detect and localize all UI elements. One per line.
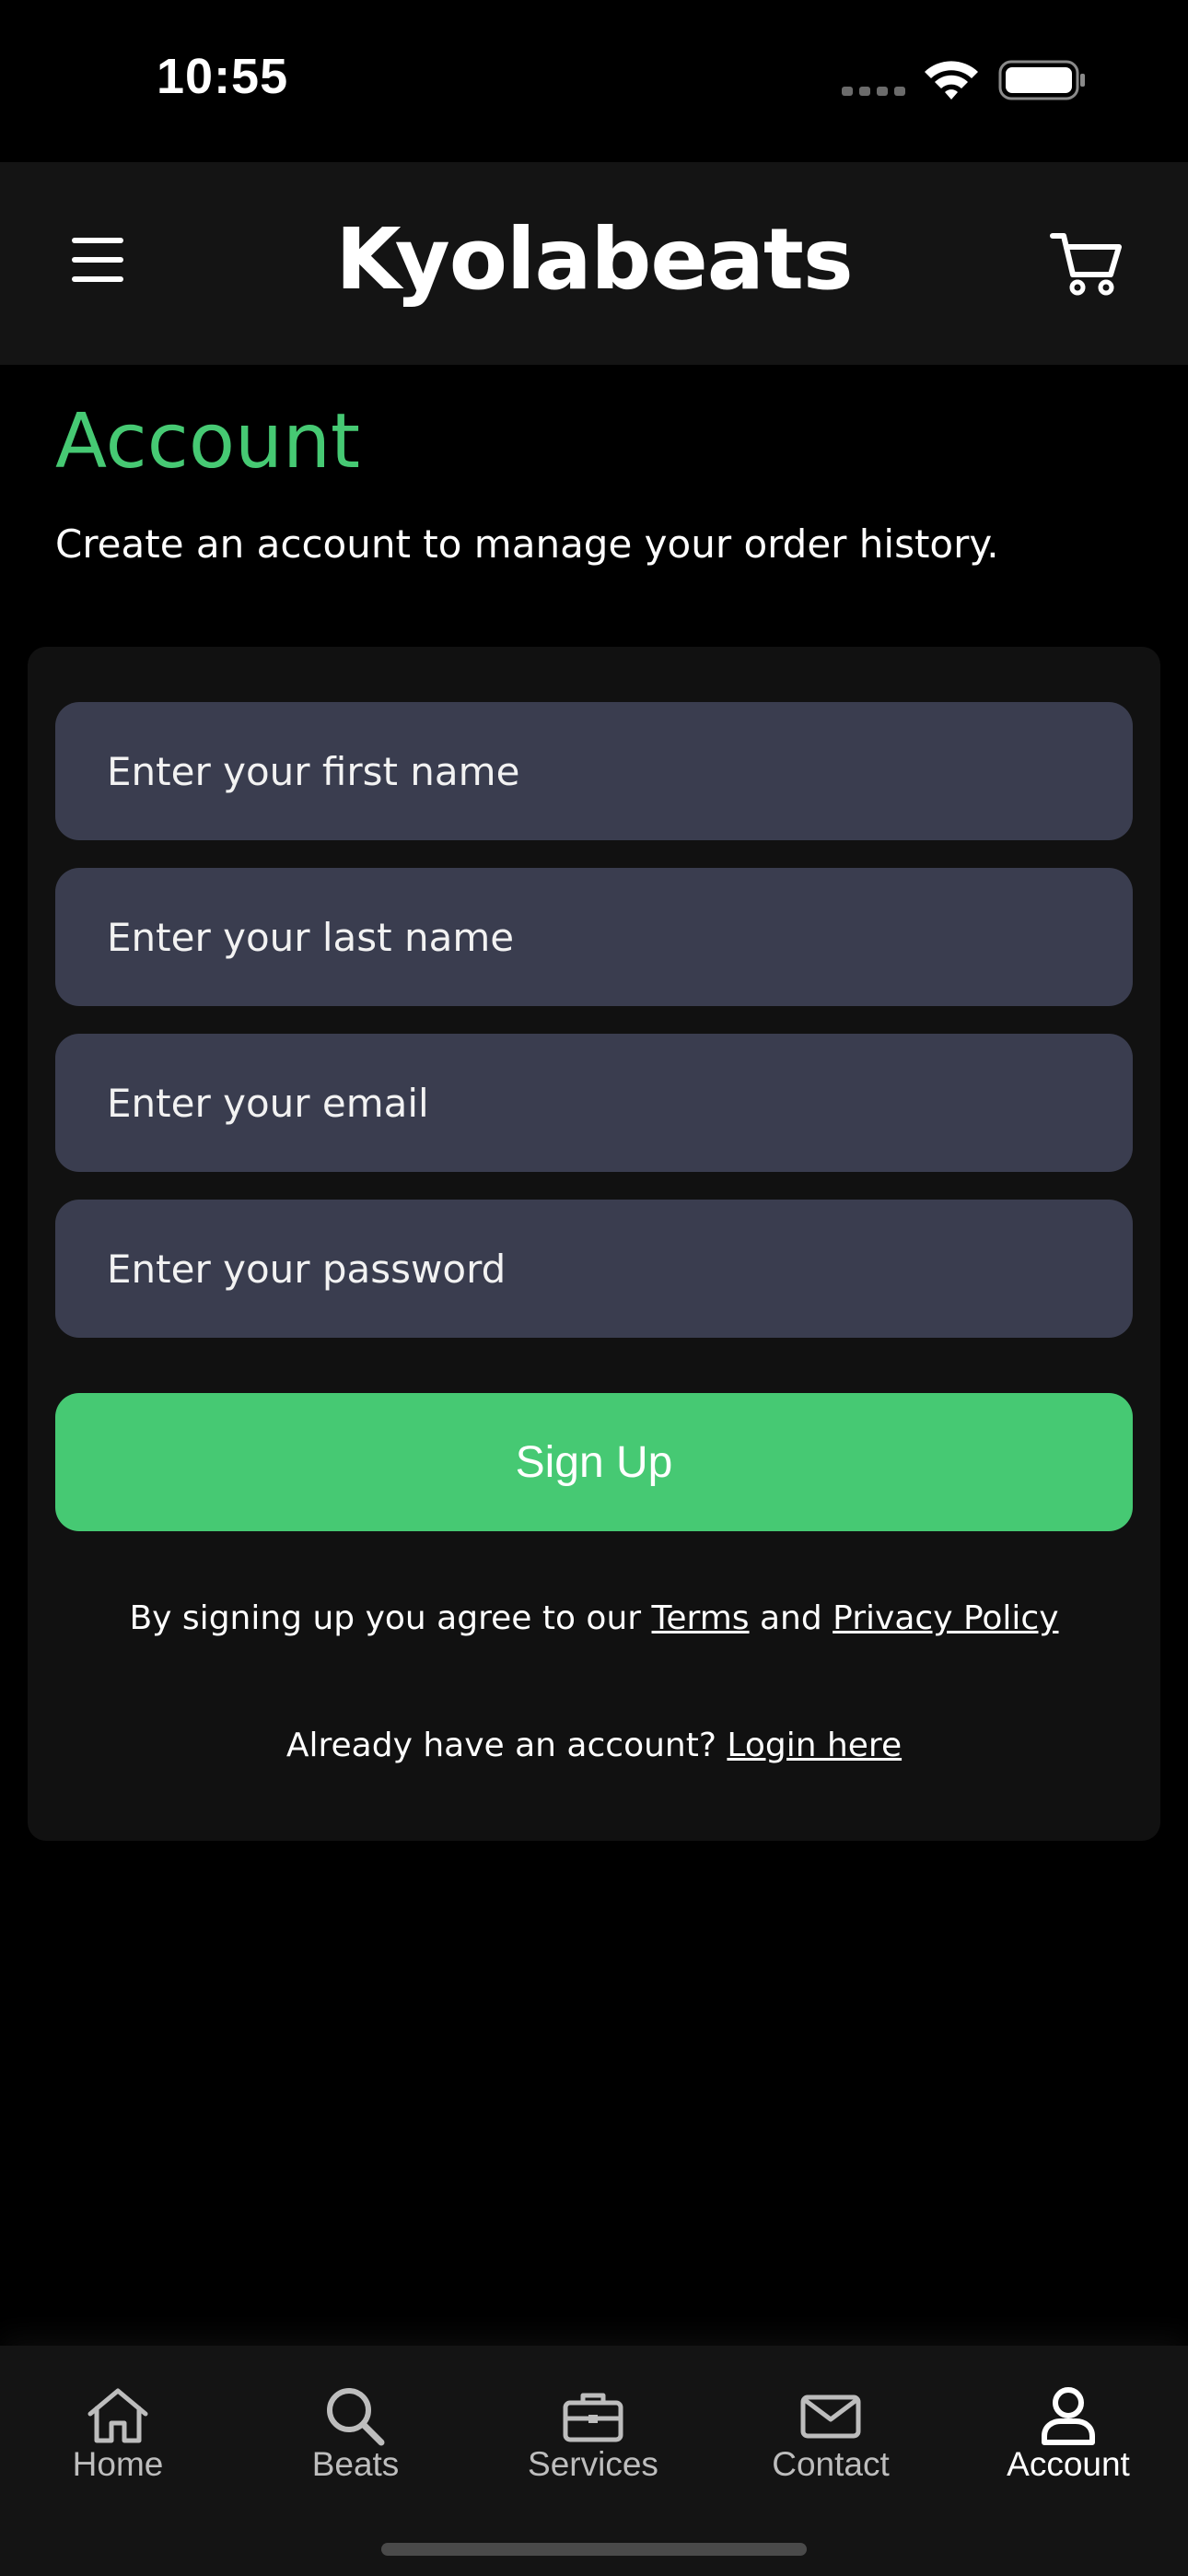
search-icon — [245, 2379, 466, 2453]
app-header: Kyolabeats — [0, 162, 1188, 365]
bottom-tab-bar: Home Beats Services Contact Account — [0, 2346, 1188, 2576]
home-indicator — [381, 2543, 807, 2556]
tab-home[interactable]: Home — [7, 2379, 228, 2508]
page-title: Account — [55, 398, 361, 486]
sign-up-button[interactable]: Sign Up — [55, 1393, 1133, 1531]
page-subtitle: Create an account to manage your order h… — [55, 521, 999, 567]
password-input[interactable] — [55, 1200, 1133, 1338]
last-name-input[interactable] — [55, 868, 1133, 1006]
status-time: 10:55 — [157, 49, 289, 104]
login-link[interactable]: Login here — [727, 1727, 902, 1764]
terms-and-text: and — [749, 1599, 833, 1637]
tab-services-label: Services — [528, 2445, 658, 2483]
tab-account-label: Account — [1007, 2445, 1130, 2483]
terms-prefix-text: By signing up you agree to our — [129, 1599, 652, 1637]
login-prompt: Already have an account? Login here — [28, 1727, 1160, 1764]
mail-icon — [720, 2379, 941, 2453]
tab-account[interactable]: Account — [958, 2379, 1179, 2508]
first-name-input[interactable] — [55, 702, 1133, 840]
app-title: Kyolabeats — [335, 210, 853, 309]
user-icon — [958, 2379, 1179, 2453]
privacy-policy-link[interactable]: Privacy Policy — [833, 1599, 1058, 1637]
tab-home-label: Home — [72, 2445, 164, 2483]
login-prefix-text: Already have an account? — [285, 1727, 728, 1764]
tab-services[interactable]: Services — [483, 2379, 704, 2508]
terms-notice: By signing up you agree to our Terms and… — [28, 1599, 1160, 1637]
cellular-signal-icon — [842, 87, 905, 96]
tab-contact-label: Contact — [772, 2445, 890, 2483]
email-input[interactable] — [55, 1034, 1133, 1172]
status-bar: 10:55 — [0, 0, 1188, 162]
signup-card: Sign Up By signing up you agree to our T… — [28, 647, 1160, 1841]
terms-link[interactable]: Terms — [652, 1599, 750, 1637]
battery-icon — [998, 60, 1085, 100]
home-icon — [7, 2379, 228, 2453]
tab-contact[interactable]: Contact — [720, 2379, 941, 2508]
tab-beats[interactable]: Beats — [245, 2379, 466, 2508]
cart-button[interactable] — [1041, 217, 1133, 310]
briefcase-icon — [483, 2379, 704, 2453]
wifi-icon — [925, 61, 978, 100]
shopping-cart-icon — [1050, 233, 1122, 296]
tab-beats-label: Beats — [311, 2445, 400, 2483]
